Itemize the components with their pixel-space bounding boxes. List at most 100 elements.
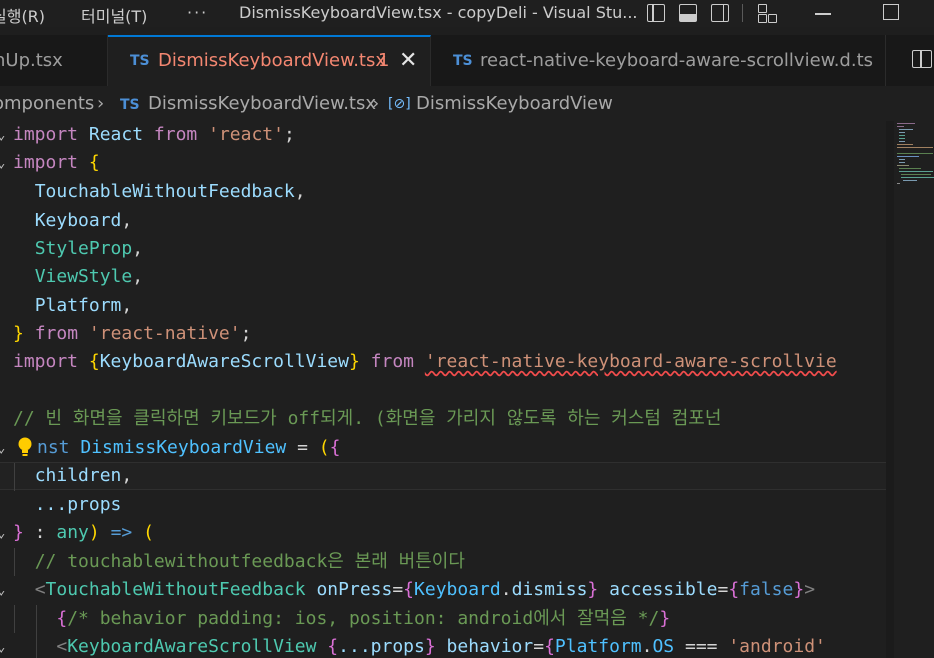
close-icon[interactable]: ✕	[399, 48, 417, 73]
typescript-icon: TS	[130, 53, 150, 69]
code-line[interactable]: TouchableWithoutFeedback,	[0, 178, 886, 206]
code-token: ,	[121, 465, 133, 486]
code-token: TouchableWithoutFeedback	[45, 579, 306, 600]
code-token: =>	[110, 522, 133, 543]
customize-layout-icon[interactable]	[758, 4, 777, 23]
code-token: }	[587, 579, 599, 600]
code-line[interactable]: ⌄ <TouchableWithoutFeedback onPress={Key…	[0, 576, 886, 604]
code-token: // 빈 화면을 클릭하면 키보드가 off되게. (화면을 가리지 않도록 하…	[13, 408, 722, 429]
code-token: 'react-native'	[88, 323, 241, 344]
tab-keyboard-aware-scrollview-dts[interactable]: TS react-native-keyboard-aware-scrollvie…	[431, 35, 886, 86]
menu-terminal[interactable]: 터미널(T)	[81, 3, 147, 27]
code-token: accessible	[609, 579, 718, 600]
chevron-down-icon[interactable]: ⌄	[0, 519, 5, 547]
typescript-icon: TS	[120, 97, 140, 113]
menu-more-icon[interactable]: ···	[187, 3, 208, 22]
minimap[interactable]	[893, 121, 934, 191]
code-editor[interactable]: ⌄ import React from 'react'; ⌄ import { …	[0, 121, 934, 658]
breadcrumb-folder[interactable]: omponents	[0, 93, 94, 114]
toggle-panel-icon[interactable]	[679, 4, 697, 22]
breadcrumb-file[interactable]: DismissKeyboardView.tsx	[148, 93, 376, 114]
code-area[interactable]: ⌄ import React from 'react'; ⌄ import { …	[0, 121, 886, 658]
code-line[interactable]: ViewStyle,	[0, 263, 886, 291]
tab-signup[interactable]: nUp.tsx	[0, 35, 108, 86]
chevron-right-icon: ›	[372, 93, 380, 114]
code-line[interactable]: } from 'react-native';	[0, 320, 886, 348]
code-line[interactable]: ⌄ <KeyboardAwareScrollView {...props} be…	[0, 633, 886, 658]
code-line[interactable]: ⌄ import {	[0, 149, 886, 177]
code-token: children	[34, 465, 122, 486]
code-token: TouchableWithoutFeedback	[34, 181, 295, 202]
typescript-icon: TS	[453, 53, 473, 69]
code-token: }	[424, 636, 436, 657]
code-token: =	[717, 579, 729, 600]
code-line[interactable]: {/* behavior padding: ios, position: and…	[0, 605, 886, 633]
code-token: :	[23, 522, 57, 543]
code-token: ===	[674, 636, 729, 657]
chevron-down-icon[interactable]: ⌄	[0, 633, 5, 658]
maximize-icon[interactable]	[883, 4, 899, 20]
chevron-down-icon[interactable]: ⌄	[0, 149, 5, 177]
toggle-primary-sidebar-icon[interactable]	[647, 4, 665, 22]
code-token: StyleProp	[34, 238, 133, 259]
code-token: }	[793, 579, 805, 600]
symbol-variable-icon: [⊘]	[388, 96, 411, 112]
code-token: {	[88, 152, 100, 173]
menu-run[interactable]: 실행(R)	[0, 3, 45, 27]
chevron-down-icon[interactable]: ⌄	[0, 121, 5, 149]
code-token: from	[370, 351, 415, 372]
code-token: {	[728, 579, 740, 600]
code-token: ViewStyle	[34, 266, 133, 287]
code-token: Keyboard	[414, 579, 501, 600]
split-editor-icon[interactable]	[912, 50, 932, 68]
code-token: (	[318, 437, 330, 458]
problem-count-badge: 1	[378, 50, 390, 71]
code-line[interactable]: // 빈 화면을 클릭하면 키보드가 off되게. (화면을 가리지 않도록 하…	[0, 405, 886, 433]
code-token: nst	[37, 437, 70, 458]
code-token: // touchablewithoutfeedback은 본래 버튼이다	[34, 551, 465, 572]
code-token: {	[329, 437, 341, 458]
tab-dismiss-keyboard-view[interactable]: TS DismissKeyboardView.tsx 1 ✕	[108, 35, 431, 86]
code-line[interactable]: // touchablewithoutfeedback은 본래 버튼이다	[0, 548, 886, 576]
tab-label: nUp.tsx	[0, 50, 63, 71]
code-token: import	[13, 351, 79, 372]
tab-label: DismissKeyboardView.tsx	[158, 50, 387, 71]
code-token: {	[327, 636, 339, 657]
code-line[interactable]: StyleProp,	[0, 235, 886, 263]
code-line[interactable]: ⌄ } : any) => (	[0, 519, 886, 547]
code-token: KeyboardAwareScrollView	[99, 351, 349, 372]
toggle-secondary-sidebar-icon[interactable]	[711, 4, 729, 22]
code-line[interactable]: ⌄ nst DismissKeyboardView = ({	[0, 434, 886, 462]
breadcrumb-symbol[interactable]: DismissKeyboardView	[416, 93, 613, 114]
code-line[interactable]: ⌄ import React from 'react';	[0, 121, 886, 149]
minimize-icon[interactable]	[815, 13, 831, 15]
code-token: ,	[294, 181, 306, 202]
code-token: )	[88, 522, 100, 543]
code-line[interactable]: import {KeyboardAwareScrollView} from 'r…	[0, 348, 886, 376]
code-token: from	[34, 323, 79, 344]
code-token: .	[500, 579, 512, 600]
lightbulb-icon[interactable]	[16, 436, 34, 458]
error-squiggle[interactable]: 'react-native-keyboard-aware-scrollvie	[425, 351, 837, 372]
code-line[interactable]: Platform,	[0, 292, 886, 320]
code-line[interactable]: Keyboard,	[0, 207, 886, 235]
vertical-scrollbar[interactable]	[886, 121, 894, 658]
chevron-down-icon[interactable]: ⌄	[0, 576, 5, 604]
chevron-down-icon[interactable]: ⌄	[0, 434, 5, 462]
code-line[interactable]: ...props	[0, 491, 886, 519]
code-token: ...props	[34, 494, 122, 515]
code-token: Keyboard	[34, 210, 122, 231]
code-line-current[interactable]: children,	[0, 462, 886, 491]
